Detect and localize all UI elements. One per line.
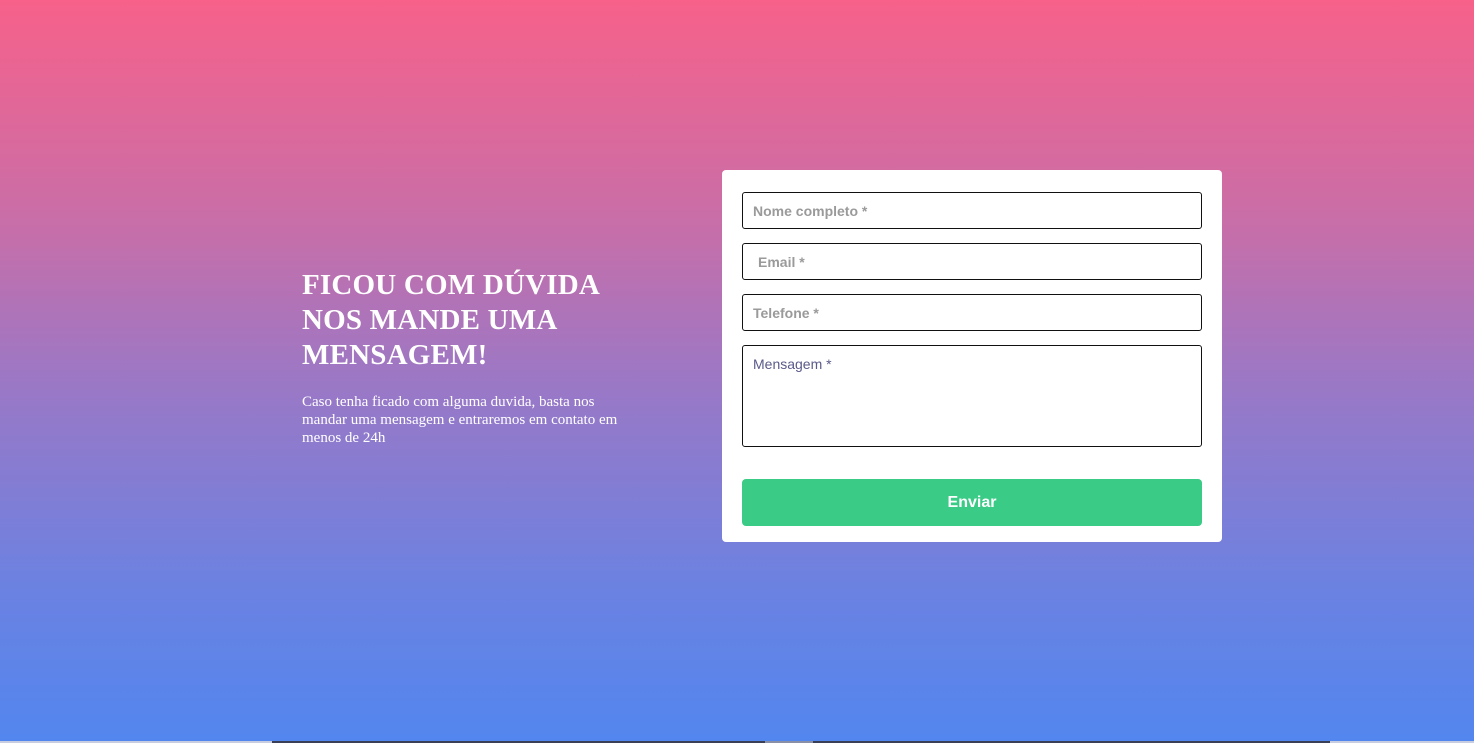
contact-description: Caso tenha ficado com alguma duvida, bas… (302, 394, 618, 446)
email-input[interactable] (742, 243, 1202, 280)
heading-line-1: FICOU COM DÚVIDA (302, 269, 601, 301)
send-button[interactable]: Enviar (742, 479, 1202, 526)
full-name-input[interactable] (742, 192, 1202, 229)
contact-heading: FICOU COM DÚVIDA NOS MANDE UMA MENSAGEM! (302, 268, 642, 373)
heading-line-2: NOS MANDE UMA (302, 304, 558, 336)
message-textarea[interactable] (742, 345, 1202, 447)
contact-intro: FICOU COM DÚVIDA NOS MANDE UMA MENSAGEM!… (302, 268, 642, 447)
phone-input[interactable] (742, 294, 1202, 331)
heading-line-3: MENSAGEM! (302, 339, 488, 371)
contact-form-card: Enviar (722, 170, 1222, 542)
